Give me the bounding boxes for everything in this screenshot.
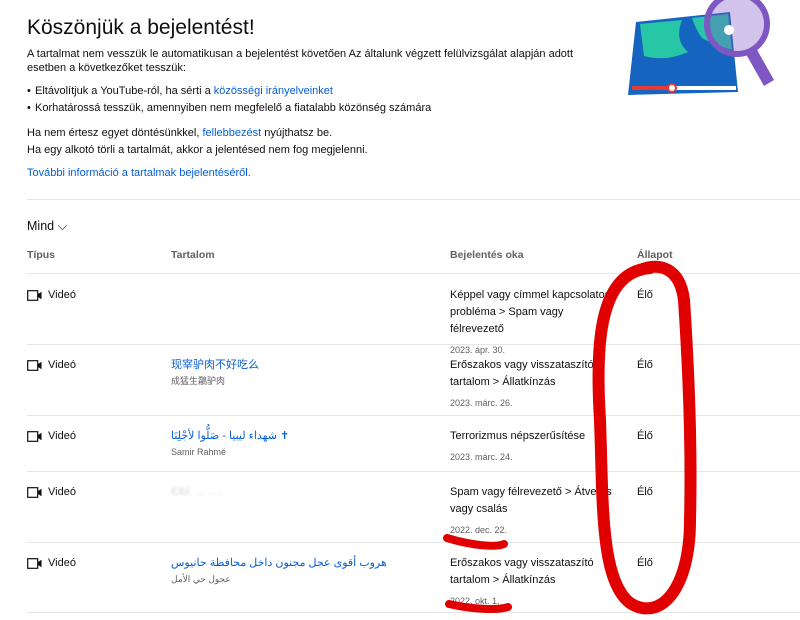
reason-cell: Erőszakos vagy visszataszító tartalom > … [450, 357, 620, 409]
video-title-link[interactable]: Elbl. ... ..... [171, 484, 223, 501]
creator-delete-note: Ha egy alkotó törli a tartalmát, akkor a… [27, 144, 368, 156]
row-divider [27, 471, 800, 472]
more-info-link[interactable]: További információ a tartalmak bejelenté… [27, 167, 251, 179]
row-divider [27, 344, 800, 345]
video-icon [27, 360, 42, 371]
report-illustration [628, 0, 774, 95]
appeal-paragraph: Ha nem értesz egyet döntésünkkel, felleb… [27, 125, 368, 159]
video-title-link[interactable]: هروب أقوى عجل مجنون داخل محافظة حانيوس [171, 555, 387, 572]
report-date: 2022. okt. 1. [450, 596, 500, 606]
report-date: 2022. dec. 22. [450, 525, 508, 535]
status-cell: Élő [637, 486, 653, 498]
intro-text: A tartalmat nem vesszük le automatikusan… [27, 48, 574, 74]
reason-cell: Terrorizmus népszerűsítése 2023. márc. 2… [450, 428, 620, 463]
status-cell: Élő [637, 289, 653, 301]
reason-cell: Erőszakos vagy visszataszító tartalom > … [450, 555, 620, 607]
video-icon [27, 290, 42, 301]
bullet-age-restrict: Korhatárossá tesszük, amennyiben nem meg… [27, 100, 431, 117]
video-title-link[interactable]: 现宰驴肉不好吃么 [171, 357, 259, 374]
section-divider [27, 199, 800, 200]
reason-cell: Képpel vagy címmel kapcsolatos probléma … [450, 287, 620, 356]
row-divider [27, 542, 800, 543]
content-cell: شهداء ليبيا - صَلُّوا لأجْلِنَا ✝ Samir … [171, 428, 289, 459]
appeal-link[interactable]: fellebbezést [202, 127, 261, 139]
reason-cell: Spam vagy félrevezető > Átverés vagy csa… [450, 484, 620, 536]
report-date: 2023. márc. 24. [450, 452, 513, 462]
content-cell: هروب أقوى عجل مجنون داخل محافظة حانيوس ع… [171, 555, 387, 586]
col-content-header: Tartalom [171, 249, 215, 261]
report-date: 2023. ápr. 30. [450, 345, 506, 355]
video-title-link[interactable]: شهداء ليبيا - صَلُّوا لأجْلِنَا ✝ [171, 428, 289, 445]
status-cell: Élő [637, 430, 653, 442]
channel-name: Samir Rahmé [171, 447, 227, 457]
video-icon [27, 431, 42, 442]
report-date: 2023. márc. 26. [450, 398, 513, 408]
type-cell: Videó [27, 357, 76, 374]
content-cell: Elbl. ... ..... [171, 484, 223, 501]
status-cell: Élő [637, 359, 653, 371]
col-reason-header: Bejelentés oka [450, 249, 524, 261]
channel-name: 成猛生鸘驴肉 [171, 376, 226, 386]
type-cell: Videó [27, 484, 76, 501]
content-cell: 现宰驴肉不好吃么 成猛生鸘驴肉 [171, 357, 259, 388]
status-cell: Élő [637, 557, 653, 569]
col-status-header: Állapot [637, 249, 673, 261]
row-divider [27, 612, 800, 613]
community-guidelines-link[interactable]: közösségi irányelveinket [214, 85, 333, 97]
action-list: Eltávolítjuk a YouTube-ról, ha sérti a k… [27, 83, 431, 117]
type-cell: Videó [27, 555, 76, 572]
type-cell: Videó [27, 428, 76, 445]
col-type-header: Típus [27, 249, 55, 261]
channel-name: عجول حي الأمل [171, 574, 231, 584]
page-title: Köszönjük a bejelentést! [27, 16, 255, 39]
video-icon [27, 487, 42, 498]
filter-dropdown[interactable]: Mind ⌵ [27, 219, 67, 234]
bullet-remove: Eltávolítjuk a YouTube-ról, ha sérti a k… [27, 83, 431, 100]
chevron-down-icon: ⌵ [57, 219, 68, 233]
row-divider [27, 415, 800, 416]
video-icon [27, 558, 42, 569]
header-divider [27, 273, 800, 274]
type-cell: Videó [27, 287, 76, 304]
